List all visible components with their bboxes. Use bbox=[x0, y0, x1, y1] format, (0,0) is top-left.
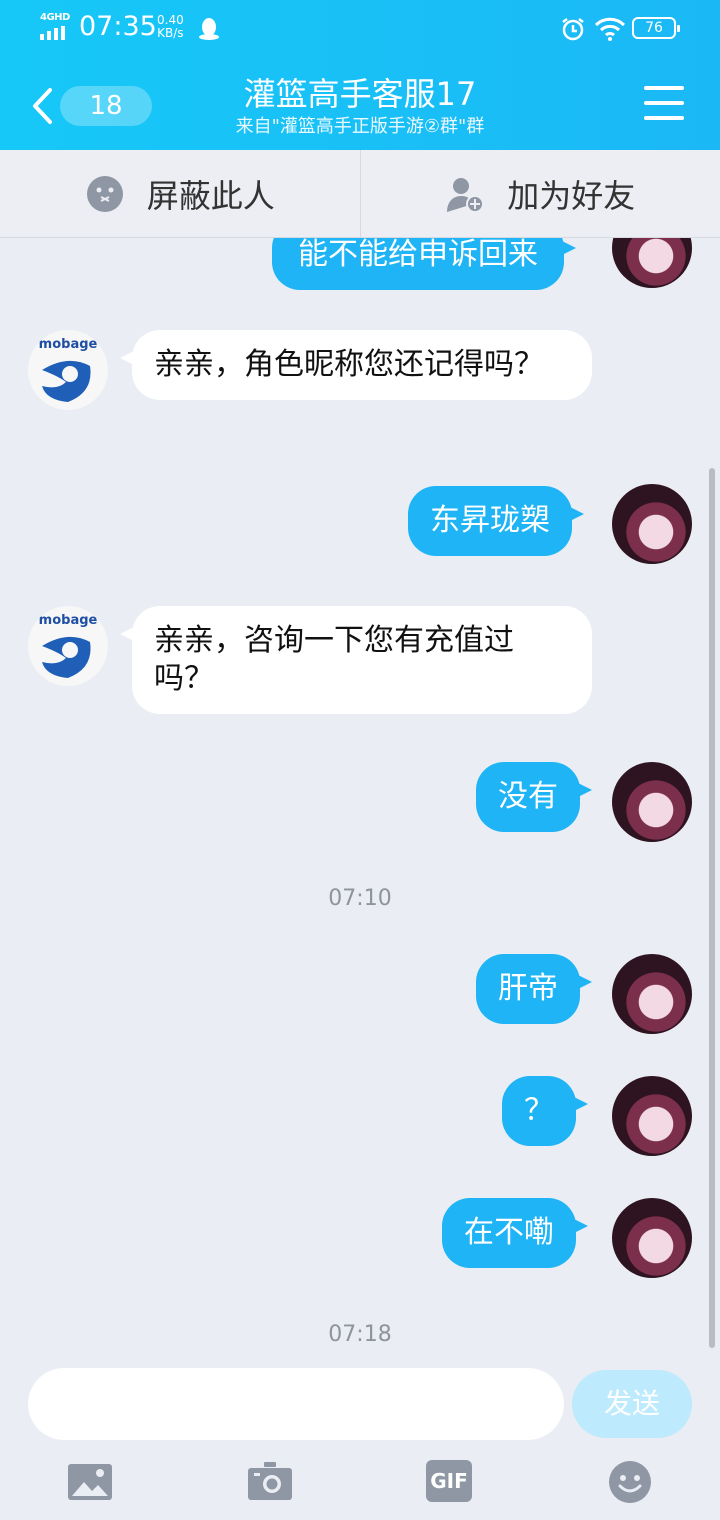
message-timestamp: 07:10 bbox=[328, 886, 392, 911]
message-input[interactable] bbox=[28, 1368, 564, 1440]
unread-count-badge: 18 bbox=[60, 86, 152, 126]
chevron-left-icon bbox=[33, 88, 52, 124]
battery-indicator: 76 bbox=[632, 17, 680, 39]
block-label: 屏蔽此人 bbox=[146, 176, 275, 215]
agent-avatar[interactable]: mobage bbox=[28, 330, 108, 410]
gif-button[interactable]: GIF bbox=[426, 1460, 472, 1502]
message-bubble-sent[interactable]: 在不嘞 bbox=[442, 1198, 588, 1268]
user-avatar[interactable] bbox=[612, 762, 692, 842]
network-type: 4GHD bbox=[40, 12, 70, 23]
message-bubble-sent[interactable]: 没有 bbox=[476, 762, 592, 832]
agent-avatar[interactable]: mobage bbox=[28, 606, 108, 686]
chat-subtitle: 来自"灌篮高手正版手游②群"群 bbox=[235, 116, 485, 137]
block-icon bbox=[86, 175, 123, 212]
top-bar: 4GHD 07:35 0.40 KB/s 76 18 灌篮高手客服17 来自"灌… bbox=[0, 0, 720, 150]
user-avatar[interactable] bbox=[612, 1076, 692, 1156]
add-friend-label: 加为好友 bbox=[507, 176, 636, 215]
chat-title: 灌篮高手客服17 bbox=[243, 75, 477, 113]
user-avatar[interactable] bbox=[612, 1198, 692, 1278]
add-friend-icon bbox=[447, 177, 485, 213]
speed-unit: KB/s bbox=[157, 26, 184, 40]
image-icon bbox=[68, 1464, 112, 1500]
svg-text:mobage: mobage bbox=[39, 613, 98, 628]
user-avatar[interactable] bbox=[612, 484, 692, 564]
message-timestamp: 07:18 bbox=[328, 1322, 392, 1347]
wifi-icon bbox=[594, 17, 626, 41]
message-bubble-sent[interactable]: ？ bbox=[502, 1076, 588, 1146]
chat-area[interactable]: 能不能给申诉回来 mobage 亲亲，角色昵称您还记得吗？ 东昇珑槊 mobag… bbox=[0, 238, 720, 1350]
menu-button[interactable] bbox=[644, 86, 684, 122]
camera-icon bbox=[248, 1462, 292, 1500]
block-user-button[interactable]: 屏蔽此人 bbox=[0, 150, 361, 237]
emoji-icon bbox=[609, 1461, 651, 1503]
status-bar: 4GHD 07:35 0.40 KB/s 76 bbox=[0, 0, 720, 60]
user-avatar[interactable] bbox=[612, 954, 692, 1034]
svg-text:mobage: mobage bbox=[39, 337, 98, 352]
status-time: 07:35 bbox=[79, 11, 157, 42]
menu-icon bbox=[644, 86, 684, 90]
mobage-logo: mobage bbox=[39, 337, 98, 402]
action-bar: 屏蔽此人 加为好友 bbox=[0, 150, 720, 238]
send-button[interactable]: 发送 bbox=[572, 1370, 692, 1438]
message-bubble-sent[interactable]: 肝帝 bbox=[476, 954, 592, 1024]
toolbar: GIF bbox=[0, 1458, 720, 1510]
camera-button[interactable] bbox=[246, 1458, 294, 1506]
message-bubble-received[interactable]: 亲亲，咨询一下您有充值过吗？ bbox=[120, 606, 592, 714]
input-bar: 发送 GIF bbox=[0, 1350, 720, 1520]
mobage-logo: mobage bbox=[39, 613, 98, 678]
user-avatar[interactable] bbox=[612, 238, 692, 288]
message-bubble-sent[interactable]: 东昇珑槊 bbox=[408, 486, 584, 556]
qq-penguin-icon bbox=[199, 18, 219, 40]
add-friend-button[interactable]: 加为好友 bbox=[361, 150, 720, 237]
network-speed: 0.40 KB/s bbox=[157, 14, 184, 40]
alarm-icon bbox=[562, 18, 584, 41]
chat-scrollbar[interactable] bbox=[709, 468, 715, 1348]
image-button[interactable] bbox=[66, 1458, 114, 1506]
back-button[interactable]: 18 bbox=[30, 84, 152, 128]
message-bubble-received[interactable]: 亲亲，角色昵称您还记得吗？ bbox=[120, 330, 592, 400]
emoji-button[interactable] bbox=[606, 1458, 654, 1506]
message-bubble-sent[interactable]: 能不能给申诉回来 bbox=[272, 238, 576, 290]
signal-icon: 4GHD bbox=[40, 12, 72, 40]
